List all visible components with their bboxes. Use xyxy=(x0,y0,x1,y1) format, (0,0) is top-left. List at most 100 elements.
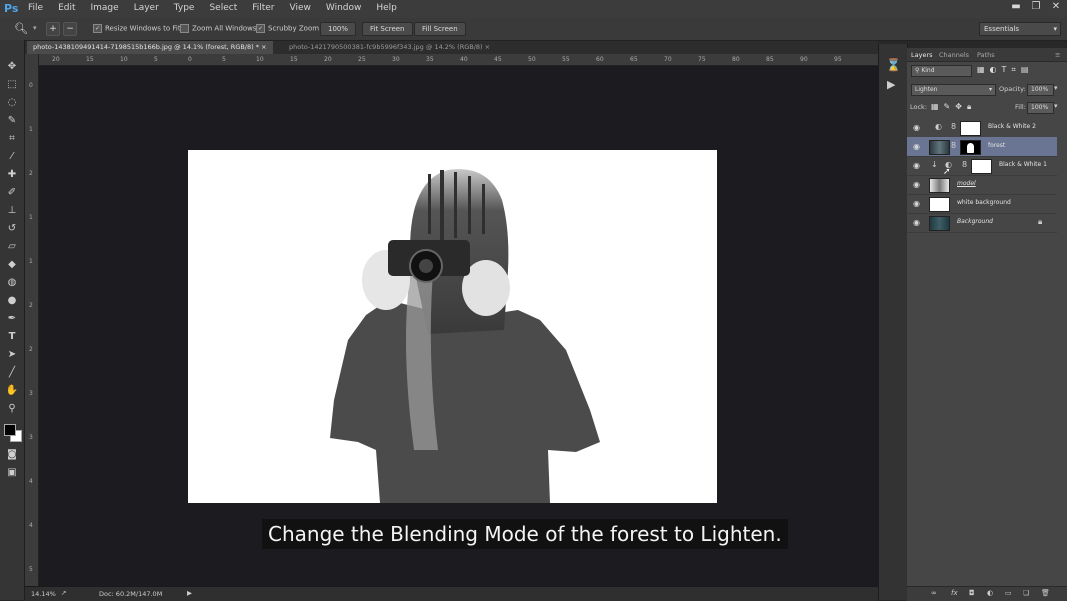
layer-thumbnail[interactable] xyxy=(929,140,950,155)
actions-panel-icon[interactable]: ▶ xyxy=(887,78,895,91)
zoom-100-button[interactable]: 100% xyxy=(320,22,357,36)
play-icon[interactable]: ▶ xyxy=(187,589,192,597)
layer-name[interactable]: white background xyxy=(957,199,1011,206)
link-icon[interactable]: 8 xyxy=(962,160,967,169)
chevron-down-icon[interactable]: ▾ xyxy=(1054,84,1058,92)
workspace-select[interactable]: Essentials ▾ xyxy=(979,22,1061,36)
layer-filter-icons[interactable]: ▦◐T⌗▤ xyxy=(977,65,1034,75)
eraser-tool-icon[interactable]: ▱ xyxy=(4,240,20,254)
hand-tool-icon[interactable]: ✋ xyxy=(4,384,20,398)
layer-mask-thumbnail[interactable] xyxy=(960,121,981,136)
paint-bucket-tool-icon[interactable]: ◆ xyxy=(4,258,20,272)
eye-icon[interactable]: ◉ xyxy=(913,218,920,227)
link-icon[interactable]: 8 xyxy=(951,141,956,150)
layer-row-black-white-2[interactable]: ◉ ◐ 8 Black & White 2 xyxy=(907,118,1057,138)
menu-select[interactable]: Select xyxy=(209,3,237,13)
layer-filter-kind[interactable]: ⚲ Kind xyxy=(911,65,972,77)
menu-file[interactable]: File xyxy=(28,3,43,13)
document-tab-inactive[interactable]: photo-1421790500381-fc9b5996f343.jpg @ 1… xyxy=(283,41,496,54)
layer-row-background[interactable]: ◉ Background 🔒︎ xyxy=(907,213,1057,233)
layer-row-white-background[interactable]: ◉ white background xyxy=(907,194,1057,214)
marquee-tool-icon[interactable]: ⬚ xyxy=(4,78,20,92)
restore-button[interactable]: ❐ xyxy=(1029,1,1043,12)
layer-row-forest[interactable]: ◉ 8 forest xyxy=(907,137,1057,157)
eye-icon[interactable]: ◉ xyxy=(913,199,920,208)
blur-tool-icon[interactable]: ◍ xyxy=(4,276,20,290)
fill-input[interactable]: 100% xyxy=(1027,102,1054,114)
delete-layer-icon[interactable]: 🗑︎ xyxy=(1041,589,1050,597)
dodge-tool-icon[interactable]: ● xyxy=(4,294,20,308)
add-mask-icon[interactable]: ◘ xyxy=(969,589,975,597)
zoom-tool-icon[interactable]: ⚲ xyxy=(4,402,20,416)
zoom-out-icon[interactable]: − xyxy=(63,22,77,36)
screen-mode-icon[interactable]: ▣ xyxy=(4,466,20,480)
line-tool-icon[interactable]: ╱ xyxy=(4,366,20,380)
chevron-down-icon[interactable]: ▾ xyxy=(1054,102,1058,110)
history-brush-tool-icon[interactable]: ↺ xyxy=(4,222,20,236)
tab-paths[interactable]: Paths xyxy=(977,51,995,59)
close-button[interactable]: ✕ xyxy=(1049,1,1063,12)
healing-brush-tool-icon[interactable]: ✚ xyxy=(4,168,20,182)
lasso-tool-icon[interactable]: ◌ xyxy=(4,96,20,110)
eye-icon[interactable]: ◉ xyxy=(913,142,920,151)
brush-tool-icon[interactable]: ✐ xyxy=(4,186,20,200)
pen-tool-icon[interactable]: ✒ xyxy=(4,312,20,326)
layer-thumbnail[interactable] xyxy=(929,216,950,231)
link-layers-icon[interactable]: ∞ xyxy=(931,589,937,597)
layer-row-model[interactable]: ◉ model xyxy=(907,175,1057,195)
eye-icon[interactable]: ◉ xyxy=(913,180,920,189)
zoom-tool-icon[interactable]: 🔍︎ xyxy=(14,22,28,35)
tab-layers[interactable]: Layers xyxy=(911,51,933,59)
history-panel-icon[interactable]: ⌛ xyxy=(886,58,901,72)
eye-icon[interactable]: ◉ xyxy=(913,161,920,170)
layer-name[interactable]: Black & White 1 xyxy=(999,161,1047,168)
close-tab-icon[interactable]: × xyxy=(261,43,266,51)
move-tool-icon[interactable]: ✥ xyxy=(4,60,20,74)
zoom-level[interactable]: 14.14% xyxy=(31,590,56,598)
menu-view[interactable]: View xyxy=(290,3,311,13)
document-canvas[interactable] xyxy=(188,150,717,503)
document-tab-active[interactable]: photo-1438109491414-7198515b166b.jpg @ 1… xyxy=(27,41,273,54)
layer-name[interactable]: forest xyxy=(988,142,1005,149)
opacity-input[interactable]: 100% xyxy=(1027,84,1054,96)
menu-edit[interactable]: Edit xyxy=(58,3,75,13)
menu-image[interactable]: Image xyxy=(91,3,119,13)
layer-mask-thumbnail[interactable] xyxy=(960,140,981,155)
eyedropper-tool-icon[interactable]: ⁄ xyxy=(4,150,20,164)
foreground-color-swatch[interactable] xyxy=(4,424,16,436)
adjustment-layer-icon[interactable]: ◐ xyxy=(987,589,993,597)
panel-menu-icon[interactable]: ≡ xyxy=(1055,51,1060,59)
layer-name[interactable]: Black & White 2 xyxy=(988,123,1036,130)
export-icon[interactable]: ↗ xyxy=(61,589,66,597)
zoom-in-icon[interactable]: + xyxy=(46,22,60,36)
layer-name[interactable]: model xyxy=(957,180,976,187)
layer-thumbnail[interactable] xyxy=(929,178,950,193)
lock-icons[interactable]: ▦✎✥🔒︎ xyxy=(931,102,976,112)
fit-screen-button[interactable]: Fit Screen xyxy=(362,22,413,36)
chevron-down-icon[interactable]: ▾ xyxy=(33,24,37,32)
scrubby-zoom-checkbox[interactable]: ✓ Scrubby Zoom xyxy=(256,24,319,33)
blend-mode-select[interactable]: Lighten ▾ xyxy=(911,84,996,96)
eye-icon[interactable]: ◉ xyxy=(913,123,920,132)
minimize-button[interactable]: ▬ xyxy=(1009,1,1023,12)
close-tab-icon[interactable]: × xyxy=(485,43,490,51)
menu-type[interactable]: Type xyxy=(174,3,195,13)
quick-mask-icon[interactable]: ◙ xyxy=(4,448,20,462)
new-group-icon[interactable]: ▭ xyxy=(1005,589,1012,597)
layer-mask-thumbnail[interactable] xyxy=(971,159,992,174)
resize-windows-checkbox[interactable]: ✓ Resize Windows to Fit xyxy=(93,24,181,33)
menu-help[interactable]: Help xyxy=(376,3,397,13)
clone-stamp-tool-icon[interactable]: ⊥ xyxy=(4,204,20,218)
crop-tool-icon[interactable]: ⌗ xyxy=(4,132,20,146)
tab-channels[interactable]: Channels xyxy=(939,51,969,59)
menu-window[interactable]: Window xyxy=(326,3,362,13)
quick-select-tool-icon[interactable]: ✎ xyxy=(4,114,20,128)
new-layer-icon[interactable]: ❏ xyxy=(1023,589,1029,597)
zoom-all-windows-checkbox[interactable]: Zoom All Windows xyxy=(180,24,257,33)
layer-name[interactable]: Background xyxy=(957,218,993,225)
layer-style-icon[interactable]: fx xyxy=(951,589,958,597)
menu-filter[interactable]: Filter xyxy=(252,3,274,13)
layer-thumbnail[interactable] xyxy=(929,197,950,212)
layer-row-black-white-1[interactable]: ◉ ↓ ◐ 8 Black & White 1 ➚ xyxy=(907,156,1057,177)
path-selection-tool-icon[interactable]: ➤ xyxy=(4,348,20,362)
